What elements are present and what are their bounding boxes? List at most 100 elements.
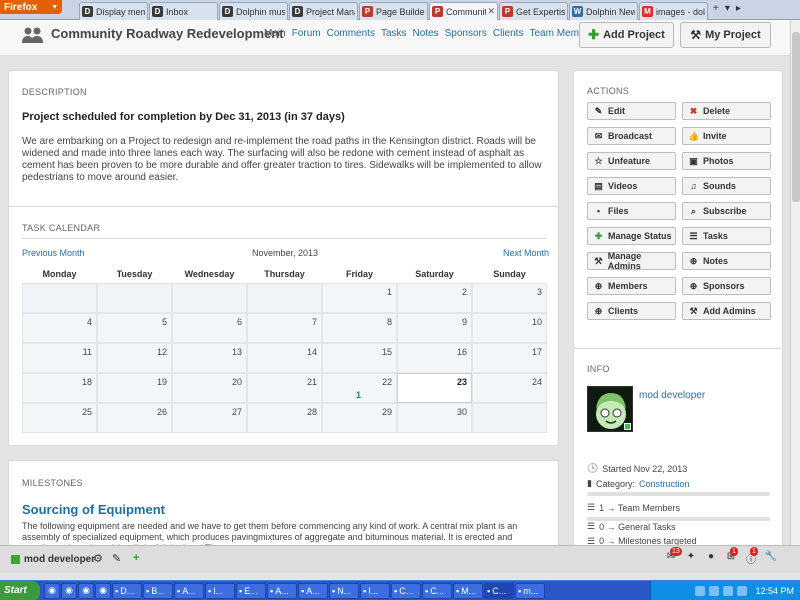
browser-tab[interactable]: PGet Expertis...	[499, 2, 568, 20]
invite-button[interactable]: 👍 Invite	[682, 127, 771, 145]
calendar-day-cell[interactable]: 13	[172, 343, 247, 373]
calendar-day-cell[interactable]: 30	[397, 403, 472, 433]
nav-item-comments[interactable]: Comments	[327, 28, 375, 39]
unfeature-button[interactable]: ☆ Unfeature	[587, 152, 676, 170]
taskbar-window-button[interactable]: ▪ C...	[484, 582, 514, 599]
nav-item-sponsors[interactable]: Sponsors	[445, 28, 487, 39]
taskbar-window-button[interactable]: ▪ C...	[422, 582, 452, 599]
taskbar-window-button[interactable]: ▪ D...	[112, 582, 142, 599]
browser-tab[interactable]: DProject Mana...	[289, 2, 358, 20]
page-scrollbar[interactable]	[790, 20, 800, 546]
quick-launch-icon[interactable]: ◉	[95, 582, 111, 599]
quick-launch-icon[interactable]: ◉	[78, 582, 94, 599]
notes-button[interactable]: ⊕ Notes	[682, 252, 771, 270]
calendar-day-cell[interactable]: 21	[247, 373, 322, 403]
taskbar-window-button[interactable]: ▪ B...	[143, 582, 173, 599]
browser-tab[interactable]: Mimages - dolp...	[639, 2, 708, 20]
sounds-button[interactable]: ♫ Sounds	[682, 177, 771, 195]
edit-button[interactable]: ✎ Edit	[587, 102, 676, 120]
calendar-day-cell[interactable]: 15	[322, 343, 397, 373]
gear-icon[interactable]: ⚙	[93, 552, 103, 565]
new-tab-icon[interactable]: +	[713, 3, 719, 14]
videos-button[interactable]: ▤ Videos	[587, 177, 676, 195]
add-admins-button[interactable]: ⚒ Add Admins	[682, 302, 771, 320]
quick-launch-icon[interactable]: ◉	[44, 582, 60, 599]
author-link[interactable]: mod developer	[639, 390, 705, 401]
manage-status-button[interactable]: ✚ Manage Status	[587, 227, 676, 245]
alert-icon[interactable]: ⓘ 1	[744, 547, 758, 566]
browser-tab[interactable]: PCommunit...✕	[429, 2, 498, 20]
calendar-day-cell[interactable]: 6	[172, 313, 247, 343]
taskbar-window-button[interactable]: ▪ A...	[174, 582, 204, 599]
browser-tab[interactable]: DDolphin must ...	[219, 2, 288, 20]
add-project-button[interactable]: ✚ Add Project	[579, 22, 674, 48]
taskbar-window-button[interactable]: ▪ A...	[298, 582, 328, 599]
nav-item-forum[interactable]: Forum	[292, 28, 321, 39]
manage-admins-button[interactable]: ⚒ Manage Admins	[587, 251, 676, 271]
category-link[interactable]: Construction	[639, 479, 690, 489]
browser-tab[interactable]: DDisplay mem...	[79, 2, 148, 20]
files-button[interactable]: ▪ Files	[587, 202, 676, 220]
browser-tab[interactable]: P Page Builder	[359, 2, 428, 20]
calendar-day-cell[interactable]: 25	[22, 403, 97, 433]
cart-icon[interactable]: ⊞ 1	[724, 547, 738, 565]
start-button[interactable]: Start	[0, 580, 40, 600]
close-icon[interactable]: ✕	[487, 6, 495, 17]
taskbar-window-button[interactable]: ▪ I...	[205, 582, 235, 599]
add-icon[interactable]: +	[133, 552, 139, 564]
calendar-day-cell[interactable]: 2	[397, 283, 472, 313]
calendar-day-cell[interactable]: 14	[247, 343, 322, 373]
milestone-title-link[interactable]: Sourcing of Equipment	[22, 502, 165, 517]
calendar-day-cell[interactable]: 18	[22, 373, 97, 403]
calendar-day-cell[interactable]: 12	[97, 343, 172, 373]
previous-month-link[interactable]: Previous Month	[22, 248, 85, 258]
members-button[interactable]: ⊕ Members	[587, 277, 676, 295]
taskbar-window-button[interactable]: ▪ M...	[453, 582, 483, 599]
taskbar-window-button[interactable]: ▪ I...	[360, 582, 390, 599]
calendar-day-cell[interactable]: 20	[172, 373, 247, 403]
delete-button[interactable]: ✖ Delete	[682, 102, 771, 120]
photos-button[interactable]: ▣ Photos	[682, 152, 771, 170]
nav-item-main[interactable]: Main	[264, 28, 286, 39]
tray-icon[interactable]	[709, 586, 720, 596]
calendar-day-cell[interactable]: 29	[322, 403, 397, 433]
toolbar-user[interactable]: mod developer	[11, 554, 95, 565]
sponsors-button[interactable]: ⊕ Sponsors	[682, 277, 771, 295]
task-count-link[interactable]: 1	[356, 390, 361, 400]
quick-launch-icon[interactable]: ◉	[61, 582, 77, 599]
calendar-day-cell[interactable]: 19	[97, 373, 172, 403]
browser-tab[interactable]: D Inbox	[149, 2, 218, 20]
taskbar-window-button[interactable]: ▪ A...	[267, 582, 297, 599]
calendar-day-cell[interactable]: 24	[472, 373, 547, 403]
calendar-day-cell[interactable]: 22 1	[322, 373, 397, 403]
nav-item-notes[interactable]: Notes	[413, 28, 439, 39]
firefox-menu-button[interactable]: Firefox ▼	[0, 0, 62, 14]
browser-tab[interactable]: WDolphin News...	[569, 2, 638, 20]
nav-item-tasks[interactable]: Tasks	[381, 28, 407, 39]
broadcast-button[interactable]: ✉ Broadcast	[587, 127, 676, 145]
twitter-icon[interactable]: ✦	[684, 551, 698, 565]
edit-icon[interactable]: ✎	[112, 552, 121, 565]
calendar-day-cell[interactable]: 5	[97, 313, 172, 343]
nav-item-clients[interactable]: Clients	[493, 28, 524, 39]
person-icon[interactable]: ●	[704, 551, 718, 565]
calendar-day-cell[interactable]: 8	[322, 313, 397, 343]
next-month-link[interactable]: Next Month	[503, 248, 549, 258]
calendar-day-cell[interactable]: 17	[472, 343, 547, 373]
calendar-day-cell[interactable]: 27	[172, 403, 247, 433]
tab-list-icon[interactable]: ▾	[725, 3, 730, 14]
tray-icon[interactable]	[695, 586, 706, 596]
scrollbar-thumb[interactable]	[792, 32, 800, 202]
taskbar-window-button[interactable]: ▪ m...	[515, 582, 545, 599]
calendar-day-cell[interactable]: 28	[247, 403, 322, 433]
calendar-day-cell[interactable]: 4	[22, 313, 97, 343]
tray-icon[interactable]	[723, 586, 734, 596]
calendar-day-cell[interactable]: 3	[472, 283, 547, 313]
scroll-tabs-icon[interactable]: ▸	[736, 3, 741, 14]
calendar-day-cell[interactable]: 26	[97, 403, 172, 433]
taskbar-window-button[interactable]: ▪ C...	[391, 582, 421, 599]
wrench-icon[interactable]: 🔧	[764, 551, 778, 565]
my-project-button[interactable]: ⚒ My Project	[680, 22, 771, 48]
calendar-day-cell[interactable]: 11	[22, 343, 97, 373]
calendar-day-cell[interactable]: 9	[397, 313, 472, 343]
